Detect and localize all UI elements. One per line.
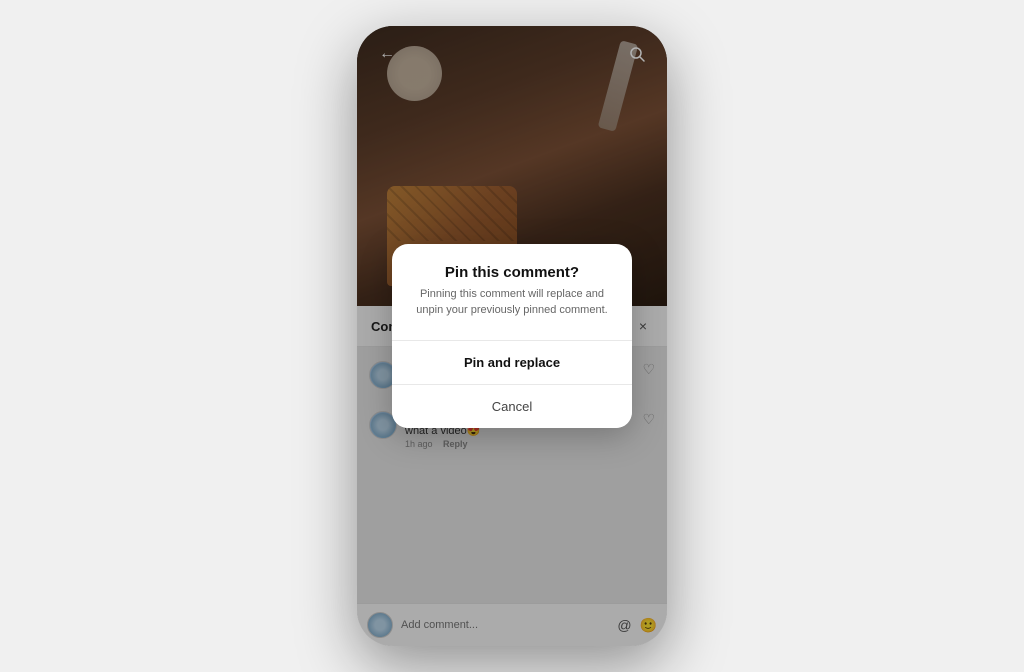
modal-header: Pin this comment? Pinning this comment w… <box>392 244 632 326</box>
modal-overlay: Pin this comment? Pinning this comment w… <box>357 26 667 646</box>
phone-frame: ← Comm... × <box>357 26 667 646</box>
modal-description: Pinning this comment will replace and un… <box>412 287 612 318</box>
pin-comment-modal: Pin this comment? Pinning this comment w… <box>392 244 632 428</box>
modal-title: Pin this comment? <box>412 264 612 281</box>
cancel-button[interactable]: Cancel <box>392 385 632 428</box>
phone-screen: ← Comm... × <box>357 26 667 646</box>
pin-and-replace-button[interactable]: Pin and replace <box>392 341 632 384</box>
